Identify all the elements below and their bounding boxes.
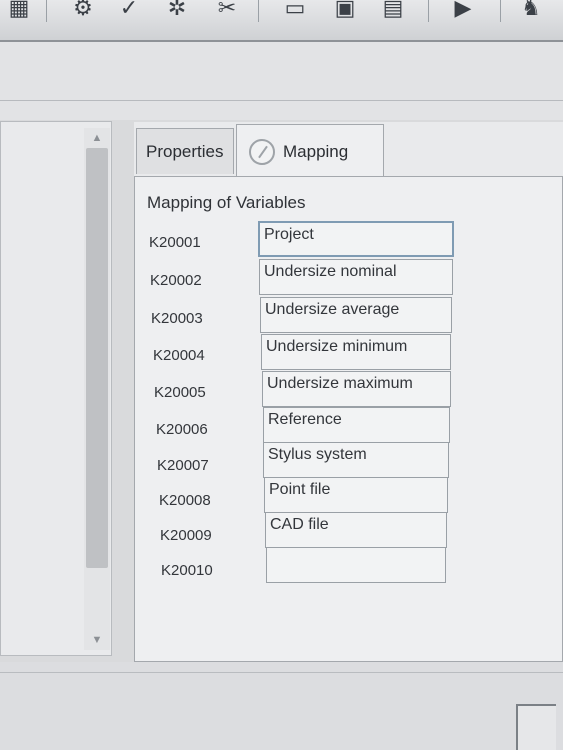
mapping-field[interactable]: Reference	[263, 407, 450, 443]
mapping-field[interactable]: Point file	[264, 477, 448, 513]
variable-label: K20004	[153, 347, 205, 364]
mapping-field[interactable]: CAD file	[265, 512, 447, 548]
document-icon[interactable]: ▤	[376, 0, 410, 22]
variable-label: K20002	[150, 272, 202, 289]
mapping-field[interactable]: Undersize average	[260, 297, 452, 333]
mapping-field[interactable]: Undersize maximum	[262, 371, 451, 407]
variable-label: K20003	[151, 310, 203, 327]
mapping-field[interactable]: Stylus system	[263, 442, 449, 478]
workspace-header-area	[0, 42, 563, 120]
mapping-field[interactable]	[266, 547, 446, 583]
scroll-thumb[interactable]	[86, 148, 108, 568]
mapping-field[interactable]: Undersize nominal	[259, 259, 453, 295]
mapping-field[interactable]: Project	[258, 221, 454, 257]
grid-icon[interactable]: ▦	[2, 0, 36, 22]
variable-label: K20001	[149, 234, 201, 251]
toolbar-separator	[46, 0, 47, 22]
toolbar-separator	[500, 0, 501, 22]
tool-icon[interactable]: ✲	[160, 0, 194, 22]
check-icon[interactable]: ✓	[112, 0, 146, 22]
print-icon[interactable]: ▭	[278, 0, 312, 22]
tab-mapping-label: Mapping	[283, 141, 349, 161]
scroll-down-icon[interactable]: ▼	[84, 630, 110, 650]
variable-label: K20007	[157, 457, 209, 474]
mapping-content: Mapping of Variables K20001 Project K200…	[134, 176, 563, 662]
toolbar-separator	[428, 0, 429, 22]
scroll-up-icon[interactable]: ▲	[84, 128, 110, 148]
variable-label: K20005	[154, 384, 206, 401]
save-icon[interactable]: ▣	[328, 0, 362, 22]
toolbar-separator	[258, 0, 259, 22]
bottom-area	[0, 662, 563, 750]
left-panel-scrollbar[interactable]: ▲ ▼	[84, 128, 110, 650]
gear-icon[interactable]: ⚙	[66, 0, 100, 22]
tab-mapping[interactable]: Mapping	[236, 124, 384, 178]
variable-label: K20006	[156, 421, 208, 438]
mapping-field[interactable]: Undersize minimum	[261, 334, 451, 370]
mapping-title: Mapping of Variables	[147, 193, 306, 212]
run-icon[interactable]: ▶	[446, 0, 480, 22]
mapping-icon	[249, 138, 275, 165]
wrench-icon[interactable]: ✂	[210, 0, 244, 22]
variable-label: K20010	[161, 562, 213, 579]
variable-label: K20009	[160, 527, 212, 544]
tab-properties[interactable]: Properties	[136, 128, 234, 174]
divider	[0, 100, 563, 101]
toolbar: ▦ ⚙ ✓ ✲ ✂ ▭ ▣ ▤ ▶ ♞	[0, 0, 563, 42]
probe-icon[interactable]: ♞	[514, 0, 548, 22]
tab-properties-label: Properties	[146, 141, 224, 161]
document-icon	[516, 704, 556, 750]
divider	[0, 672, 563, 673]
variable-label: K20008	[159, 492, 211, 509]
properties-panel: Properties Mapping Mapping of Variables …	[134, 122, 563, 662]
